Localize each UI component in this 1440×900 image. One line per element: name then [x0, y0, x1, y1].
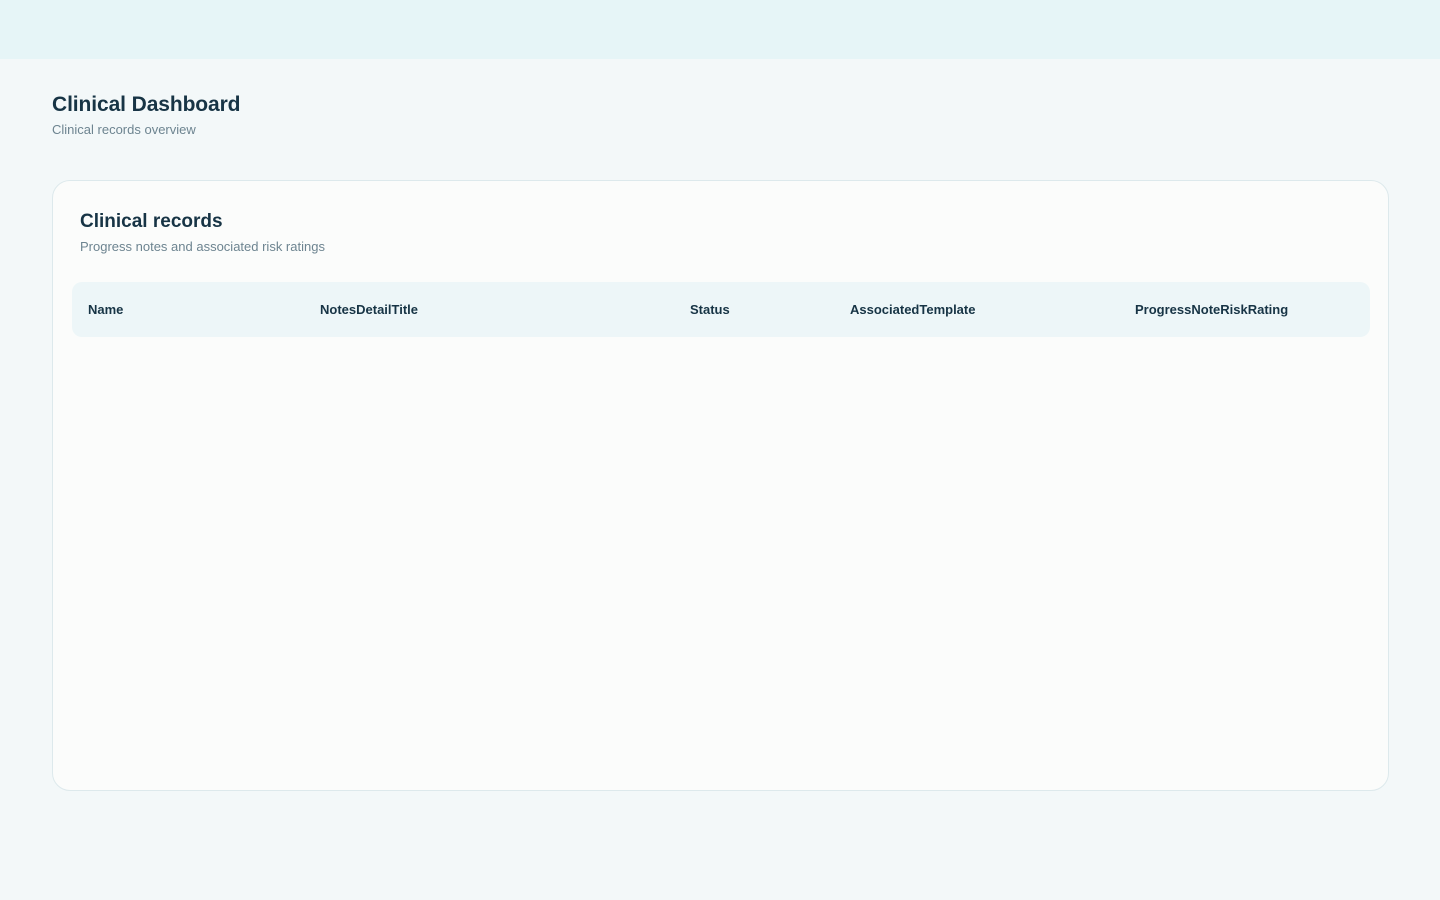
column-header-notes-detail-title[interactable]: NotesDetailTitle — [320, 282, 418, 337]
table-body — [72, 337, 1370, 767]
top-bar — [0, 0, 1440, 59]
column-header-progress-note-risk-rating[interactable]: ProgressNoteRiskRating — [1135, 282, 1288, 337]
column-header-associated-template[interactable]: AssociatedTemplate — [850, 282, 975, 337]
card-subtitle: Progress notes and associated risk ratin… — [80, 239, 325, 254]
table-header-row: Name NotesDetailTitle Status AssociatedT… — [72, 282, 1370, 337]
page-title: Clinical Dashboard — [52, 93, 241, 116]
page-subtitle: Clinical records overview — [52, 122, 196, 137]
column-header-name[interactable]: Name — [88, 282, 123, 337]
page-header: Clinical Dashboard Clinical records over… — [52, 91, 241, 138]
clinical-records-card: Clinical records Progress notes and asso… — [52, 180, 1389, 791]
column-header-status[interactable]: Status — [690, 282, 730, 337]
card-title: Clinical records — [80, 211, 223, 232]
